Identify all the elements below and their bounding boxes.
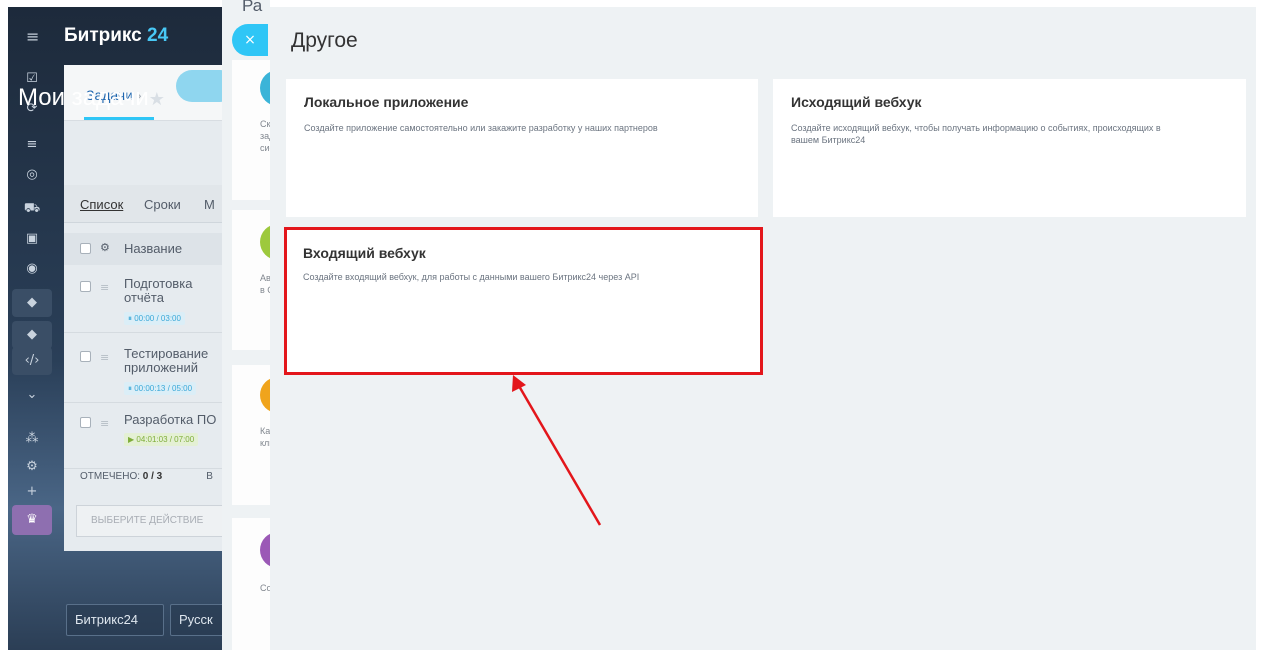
language-button[interactable]: Русск (170, 604, 230, 636)
row-menu-icon[interactable]: ≡ (100, 417, 109, 430)
card-title: Входящий вебхук (303, 245, 426, 261)
mid-card[interactable]: Авт в СР (232, 210, 270, 350)
integration-circle-icon (260, 70, 270, 106)
task-timer: ⏸ 00:00:13 / 05:00 (124, 382, 197, 395)
tab-list[interactable]: Список (80, 197, 123, 212)
plus-icon[interactable]: + (22, 482, 42, 502)
select-all-checkbox[interactable] (80, 243, 91, 254)
view-tabs: Список Сроки М (64, 185, 234, 223)
menu-burger-icon[interactable]: ≡ (26, 27, 39, 46)
slider-other: Другое Локальное приложение Создайте при… (270, 7, 1256, 650)
chevron-down-circle-icon[interactable]: ⌄ (22, 385, 42, 405)
grid-settings-gear-icon[interactable]: ⚙ (100, 241, 110, 254)
favorite-star-icon[interactable]: ★ (149, 89, 165, 109)
task-row[interactable]: ≡ Подготовка отчёта ⏸ 00:00 / 03:00 (64, 271, 234, 333)
background-slider-panel: Ра Ско зад сис Авт в СР Кас кли Соз (222, 0, 270, 650)
task-title[interactable]: Разработка ПО (124, 413, 234, 427)
tab-active-underline (84, 117, 154, 120)
task-timer-running: ▶ 04:01:03 / 07:00 (124, 433, 199, 446)
apps-icon[interactable]: ◆ (12, 289, 52, 317)
cashbox-circle-icon (260, 377, 270, 413)
row-checkbox[interactable] (80, 351, 91, 362)
shop-cart-icon[interactable]: ⛟ (22, 199, 42, 219)
card-outgoing-webhook[interactable]: Исходящий вебхук Создайте исходящий вебх… (773, 79, 1246, 217)
filter-icon[interactable]: ≡ (22, 135, 42, 155)
slider-title: Другое (291, 29, 358, 52)
card-description: Создайте приложение самостоятельно или з… (304, 123, 658, 133)
structure-icon[interactable]: ⁂ (22, 429, 42, 449)
tab-more[interactable]: М (204, 197, 215, 212)
card-local-app[interactable]: Локальное приложение Создайте приложение… (286, 79, 758, 217)
card-description: Создайте исходящий вебхук, чтобы получат… (791, 123, 1161, 145)
brand-logo[interactable]: Битрикс 24 (64, 25, 168, 47)
column-name-header[interactable]: Название (124, 241, 182, 256)
task-row[interactable]: ≡ Тестирование приложений ⏸ 00:00:13 / 0… (64, 341, 234, 403)
settings-gear-icon[interactable]: ⚙ (22, 457, 42, 477)
crown-icon[interactable]: ♛ (12, 505, 52, 535)
card-title: Исходящий вебхук (791, 94, 922, 110)
grid-header: ⚙ Название (64, 233, 234, 265)
action-select[interactable]: ВЫБЕРИТЕ ДЕЙСТВИЕ (76, 505, 226, 537)
screen: ≡ ☑ ⟳ ≡ ◎ ⛟ ▣ ◉ ◆ ◆ ‹/› ⌄ ⁂ ⚙ + ♛ Битрик… (0, 0, 1261, 650)
target-icon[interactable]: ◎ (22, 165, 42, 185)
robot-icon[interactable]: ◉ (22, 259, 42, 279)
sites-icon[interactable]: ▣ (22, 229, 42, 249)
task-row[interactable]: ≡ Разработка ПО ▶ 04:01:03 / 07:00 (64, 407, 234, 469)
footer-brand-button[interactable]: Битрикс24 (66, 604, 164, 636)
task-timer: ⏸ 00:00 / 03:00 (124, 312, 185, 325)
row-menu-icon[interactable]: ≡ (100, 351, 109, 364)
row-checkbox[interactable] (80, 281, 91, 292)
marked-counter: ОТМЕЧЕНО: 0 / 3В (80, 471, 213, 482)
slider-close-button[interactable]: × (232, 24, 268, 56)
mid-card[interactable]: Соз (232, 518, 270, 650)
page-title: Мои задачи★ (18, 84, 165, 111)
row-menu-icon[interactable]: ≡ (100, 281, 109, 294)
tasks-list-area: Список Сроки М ⚙ Название ≡ Подготовка о… (64, 185, 234, 551)
developer-code-icon[interactable]: ‹/› (12, 347, 52, 375)
tab-deadlines[interactable]: Сроки (144, 197, 181, 212)
cart-circle-icon (260, 224, 270, 260)
task-title[interactable]: Подготовка отчёта (124, 277, 234, 305)
card-title: Локальное приложение (304, 94, 469, 110)
card-incoming-webhook[interactable]: Входящий вебхук Создайте входящий вебхук… (284, 227, 763, 375)
mid-card[interactable]: Кас кли (232, 365, 270, 505)
panel-title-fragment: Ра (242, 0, 263, 15)
task-title[interactable]: Тестирование приложений (124, 347, 234, 375)
row-checkbox[interactable] (80, 417, 91, 428)
card-description: Создайте входящий вебхук, для работы с д… (303, 272, 640, 282)
mid-card[interactable]: Ско зад сис (232, 60, 270, 200)
market-icon[interactable]: ◆ (12, 321, 52, 349)
other-circle-icon (260, 532, 270, 568)
